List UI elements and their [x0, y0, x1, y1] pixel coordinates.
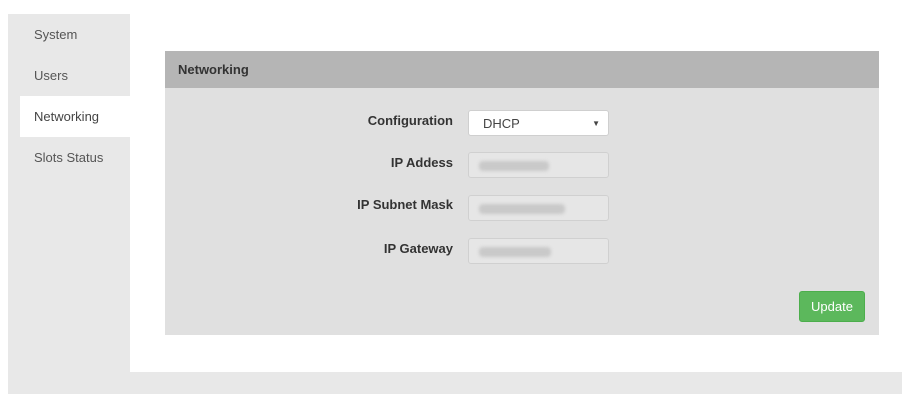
subnet-mask-field[interactable] — [468, 195, 609, 221]
subnet-mask-row: IP Subnet Mask — [165, 191, 453, 217]
sidebar: System Users Networking Slots Status — [8, 14, 130, 372]
footer-bar — [8, 372, 902, 394]
subnet-mask-label: IP Subnet Mask — [357, 196, 453, 212]
update-button[interactable]: Update — [799, 291, 865, 322]
ip-address-row: IP Addess — [165, 149, 453, 175]
blurred-value — [479, 204, 565, 214]
configuration-value: DHCP — [483, 115, 520, 131]
sidebar-item-users[interactable]: Users — [8, 55, 130, 96]
gateway-label: IP Gateway — [383, 240, 453, 256]
configuration-label: Configuration — [367, 112, 453, 128]
panel-title: Networking — [178, 62, 249, 77]
networking-panel: Networking Configuration DHCP ▼ IP Addes… — [165, 51, 879, 335]
sidebar-item-networking[interactable]: Networking — [20, 96, 130, 137]
sidebar-item-label: System — [34, 27, 78, 42]
gateway-field[interactable] — [468, 238, 609, 264]
panel-header: Networking — [165, 51, 879, 88]
ip-address-label: IP Addess — [390, 154, 453, 170]
sidebar-item-label: Slots Status — [34, 150, 104, 165]
sidebar-item-label: Users — [34, 68, 68, 83]
ip-address-field[interactable] — [468, 152, 609, 178]
sidebar-item-label: Networking — [34, 109, 100, 124]
blurred-value — [479, 161, 549, 171]
configuration-row: Configuration — [165, 107, 453, 133]
sidebar-item-system[interactable]: System — [8, 14, 130, 55]
chevron-down-icon: ▼ — [592, 119, 600, 128]
blurred-value — [479, 247, 551, 257]
configuration-select[interactable]: DHCP ▼ — [468, 110, 609, 136]
sidebar-item-slots-status[interactable]: Slots Status — [8, 137, 130, 178]
gateway-row: IP Gateway — [165, 235, 453, 261]
